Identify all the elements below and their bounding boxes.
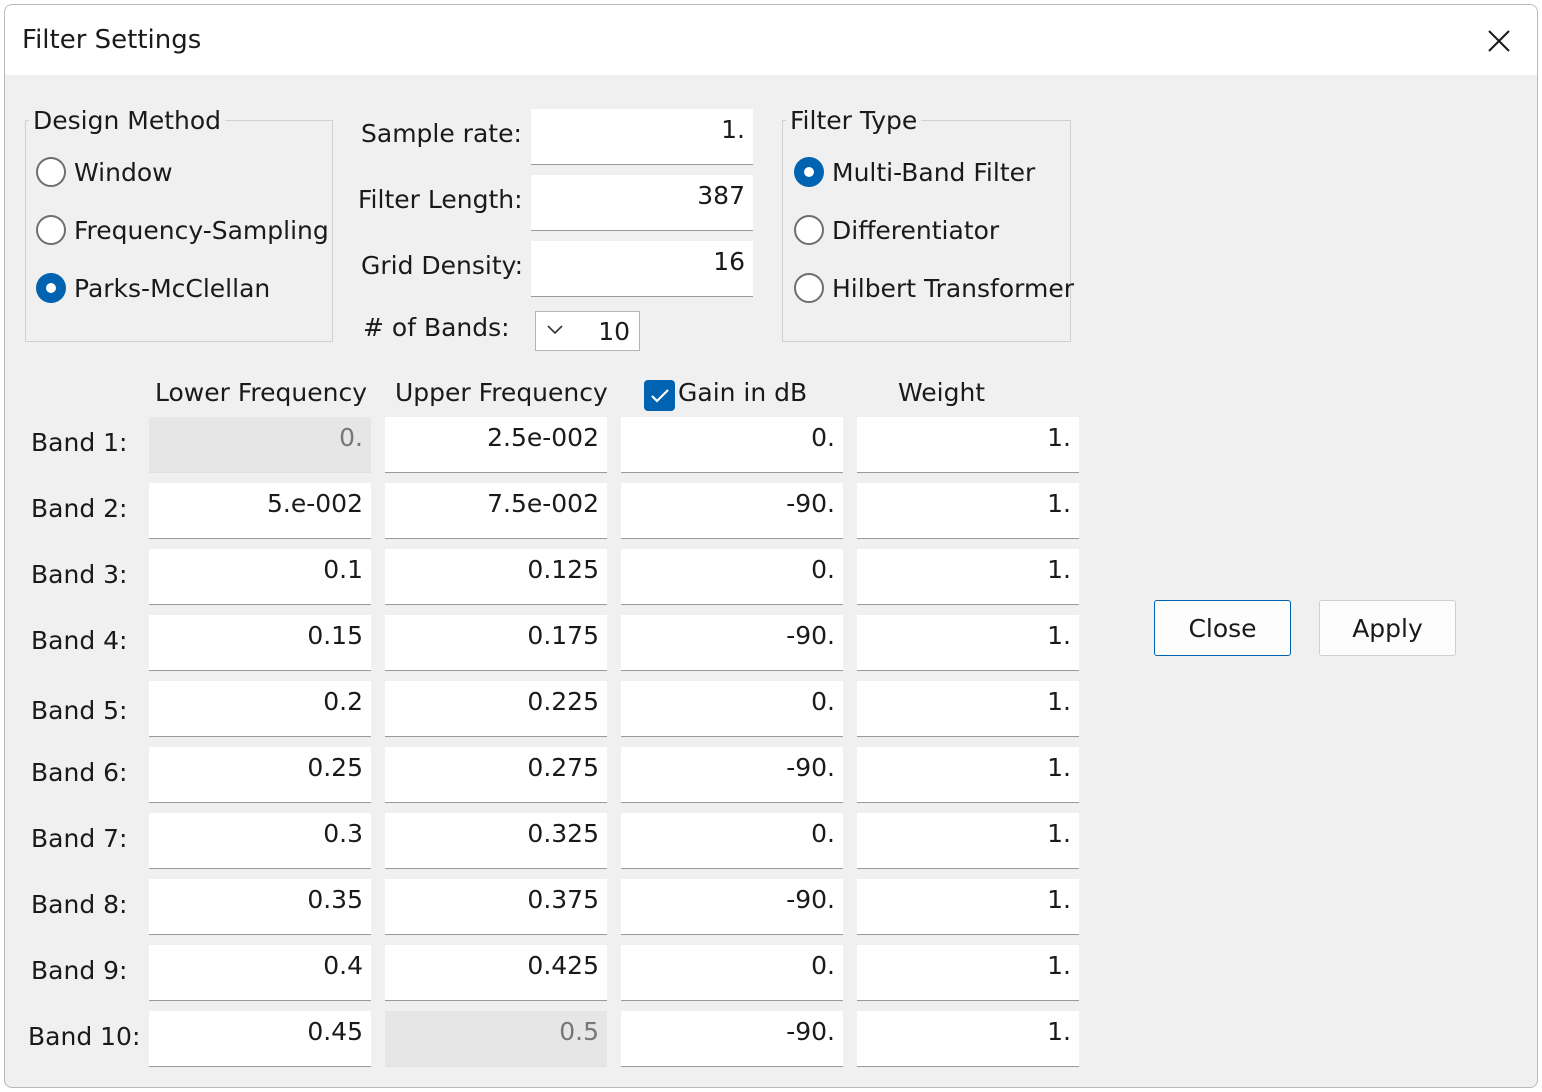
chevron-down-icon <box>547 325 563 335</box>
band-2-lower-frequency-input[interactable]: 5.e-002 <box>149 483 371 539</box>
header-weight: Weight <box>898 378 986 407</box>
band-label: Band 4: <box>31 626 128 655</box>
radio-frequency-sampling-indicator <box>36 215 66 245</box>
radio-hilbert-transformer-label: Hilbert Transformer <box>832 273 1074 303</box>
radio-frequency-sampling-label: Frequency-Sampling <box>74 215 329 245</box>
grid-density-input[interactable]: 16 <box>531 241 753 297</box>
radio-differentiator-label: Differentiator <box>832 215 1000 245</box>
band-3-weight-input[interactable]: 1. <box>857 549 1079 605</box>
radio-multi-band-filter[interactable]: Multi-Band Filter <box>794 157 1035 187</box>
radio-window-label: Window <box>74 157 173 187</box>
band-3-upper-frequency-input[interactable]: 0.125 <box>385 549 607 605</box>
band-7-gain-input[interactable]: 0. <box>621 813 843 869</box>
band-4-lower-frequency-input[interactable]: 0.15 <box>149 615 371 671</box>
header-lower-frequency: Lower Frequency <box>155 378 367 407</box>
band-label: Band 7: <box>31 824 128 853</box>
band-1-gain-input[interactable]: 0. <box>621 417 843 473</box>
band-6-upper-frequency-input[interactable]: 0.275 <box>385 747 607 803</box>
filter-length-input[interactable]: 387 <box>531 175 753 231</box>
band-3-gain-input[interactable]: 0. <box>621 549 843 605</box>
sample-rate-label: Sample rate: <box>361 119 522 148</box>
band-7-weight-input[interactable]: 1. <box>857 813 1079 869</box>
band-2-weight-input[interactable]: 1. <box>857 483 1079 539</box>
radio-window-indicator <box>36 157 66 187</box>
band-3-lower-frequency-input[interactable]: 0.1 <box>149 549 371 605</box>
band-label: Band 10: <box>28 1022 141 1051</box>
band-1-lower-frequency-input[interactable]: 0. <box>149 417 371 473</box>
sample-rate-input[interactable]: 1. <box>531 109 753 165</box>
band-9-gain-input[interactable]: 0. <box>621 945 843 1001</box>
radio-frequency-sampling[interactable]: Frequency-Sampling <box>36 215 329 245</box>
band-10-weight-input[interactable]: 1. <box>857 1011 1079 1067</box>
bands-count-value: 10 <box>598 317 630 346</box>
radio-parks-mcclellan-label: Parks-McClellan <box>74 273 271 303</box>
radio-parks-mcclellan-indicator <box>36 273 66 303</box>
bands-count-dropdown[interactable]: 10 <box>535 311 640 351</box>
band-5-weight-input[interactable]: 1. <box>857 681 1079 737</box>
gain-in-db-checkbox[interactable] <box>644 380 675 411</box>
apply-button[interactable]: Apply <box>1319 600 1456 656</box>
header-upper-frequency: Upper Frequency <box>395 378 608 407</box>
band-label: Band 6: <box>31 758 128 787</box>
close-icon <box>1488 30 1510 52</box>
filter-type-legend: Filter Type <box>786 108 922 133</box>
band-6-gain-input[interactable]: -90. <box>621 747 843 803</box>
band-8-gain-input[interactable]: -90. <box>621 879 843 935</box>
filter-length-label: Filter Length: <box>358 185 523 214</box>
band-label: Band 3: <box>31 560 128 589</box>
band-8-upper-frequency-input[interactable]: 0.375 <box>385 879 607 935</box>
band-label: Band 2: <box>31 494 128 523</box>
band-2-gain-input[interactable]: -90. <box>621 483 843 539</box>
radio-window[interactable]: Window <box>36 157 173 187</box>
band-5-lower-frequency-input[interactable]: 0.2 <box>149 681 371 737</box>
radio-multi-band-filter-label: Multi-Band Filter <box>832 157 1036 187</box>
bands-count-label: # of Bands: <box>363 313 510 342</box>
band-6-weight-input[interactable]: 1. <box>857 747 1079 803</box>
band-8-weight-input[interactable]: 1. <box>857 879 1079 935</box>
radio-hilbert-transformer-indicator <box>794 273 824 303</box>
band-label: Band 5: <box>31 696 128 725</box>
close-button[interactable]: Close <box>1154 600 1291 656</box>
band-1-weight-input[interactable]: 1. <box>857 417 1079 473</box>
band-9-weight-input[interactable]: 1. <box>857 945 1079 1001</box>
band-9-upper-frequency-input[interactable]: 0.425 <box>385 945 607 1001</box>
band-label: Band 9: <box>31 956 128 985</box>
header-gain-in-db: Gain in dB <box>678 378 808 407</box>
band-2-upper-frequency-input[interactable]: 7.5e-002 <box>385 483 607 539</box>
radio-differentiator[interactable]: Differentiator <box>794 215 999 245</box>
band-4-gain-input[interactable]: -90. <box>621 615 843 671</box>
band-7-upper-frequency-input[interactable]: 0.325 <box>385 813 607 869</box>
checkmark-icon <box>650 388 669 403</box>
band-4-upper-frequency-input[interactable]: 0.175 <box>385 615 607 671</box>
band-10-upper-frequency-input[interactable]: 0.5 <box>385 1011 607 1067</box>
band-7-lower-frequency-input[interactable]: 0.3 <box>149 813 371 869</box>
band-9-lower-frequency-input[interactable]: 0.4 <box>149 945 371 1001</box>
design-method-legend: Design Method <box>29 108 226 133</box>
band-5-gain-input[interactable]: 0. <box>621 681 843 737</box>
band-4-weight-input[interactable]: 1. <box>857 615 1079 671</box>
radio-differentiator-indicator <box>794 215 824 245</box>
window-title: Filter Settings <box>22 25 202 55</box>
grid-density-label: Grid Density: <box>361 251 524 280</box>
close-window-button[interactable] <box>1481 23 1517 59</box>
band-label: Band 1: <box>31 428 128 457</box>
band-10-gain-input[interactable]: -90. <box>621 1011 843 1067</box>
radio-parks-mcclellan[interactable]: Parks-McClellan <box>36 273 270 303</box>
filter-settings-dialog: Filter Settings Design Method Window Fre… <box>4 4 1538 1088</box>
band-label: Band 8: <box>31 890 128 919</box>
band-1-upper-frequency-input[interactable]: 2.5e-002 <box>385 417 607 473</box>
band-10-lower-frequency-input[interactable]: 0.45 <box>149 1011 371 1067</box>
band-5-upper-frequency-input[interactable]: 0.225 <box>385 681 607 737</box>
radio-hilbert-transformer[interactable]: Hilbert Transformer <box>794 273 1074 303</box>
title-bar: Filter Settings <box>5 5 1537 75</box>
radio-multi-band-filter-indicator <box>794 157 824 187</box>
band-6-lower-frequency-input[interactable]: 0.25 <box>149 747 371 803</box>
band-8-lower-frequency-input[interactable]: 0.35 <box>149 879 371 935</box>
